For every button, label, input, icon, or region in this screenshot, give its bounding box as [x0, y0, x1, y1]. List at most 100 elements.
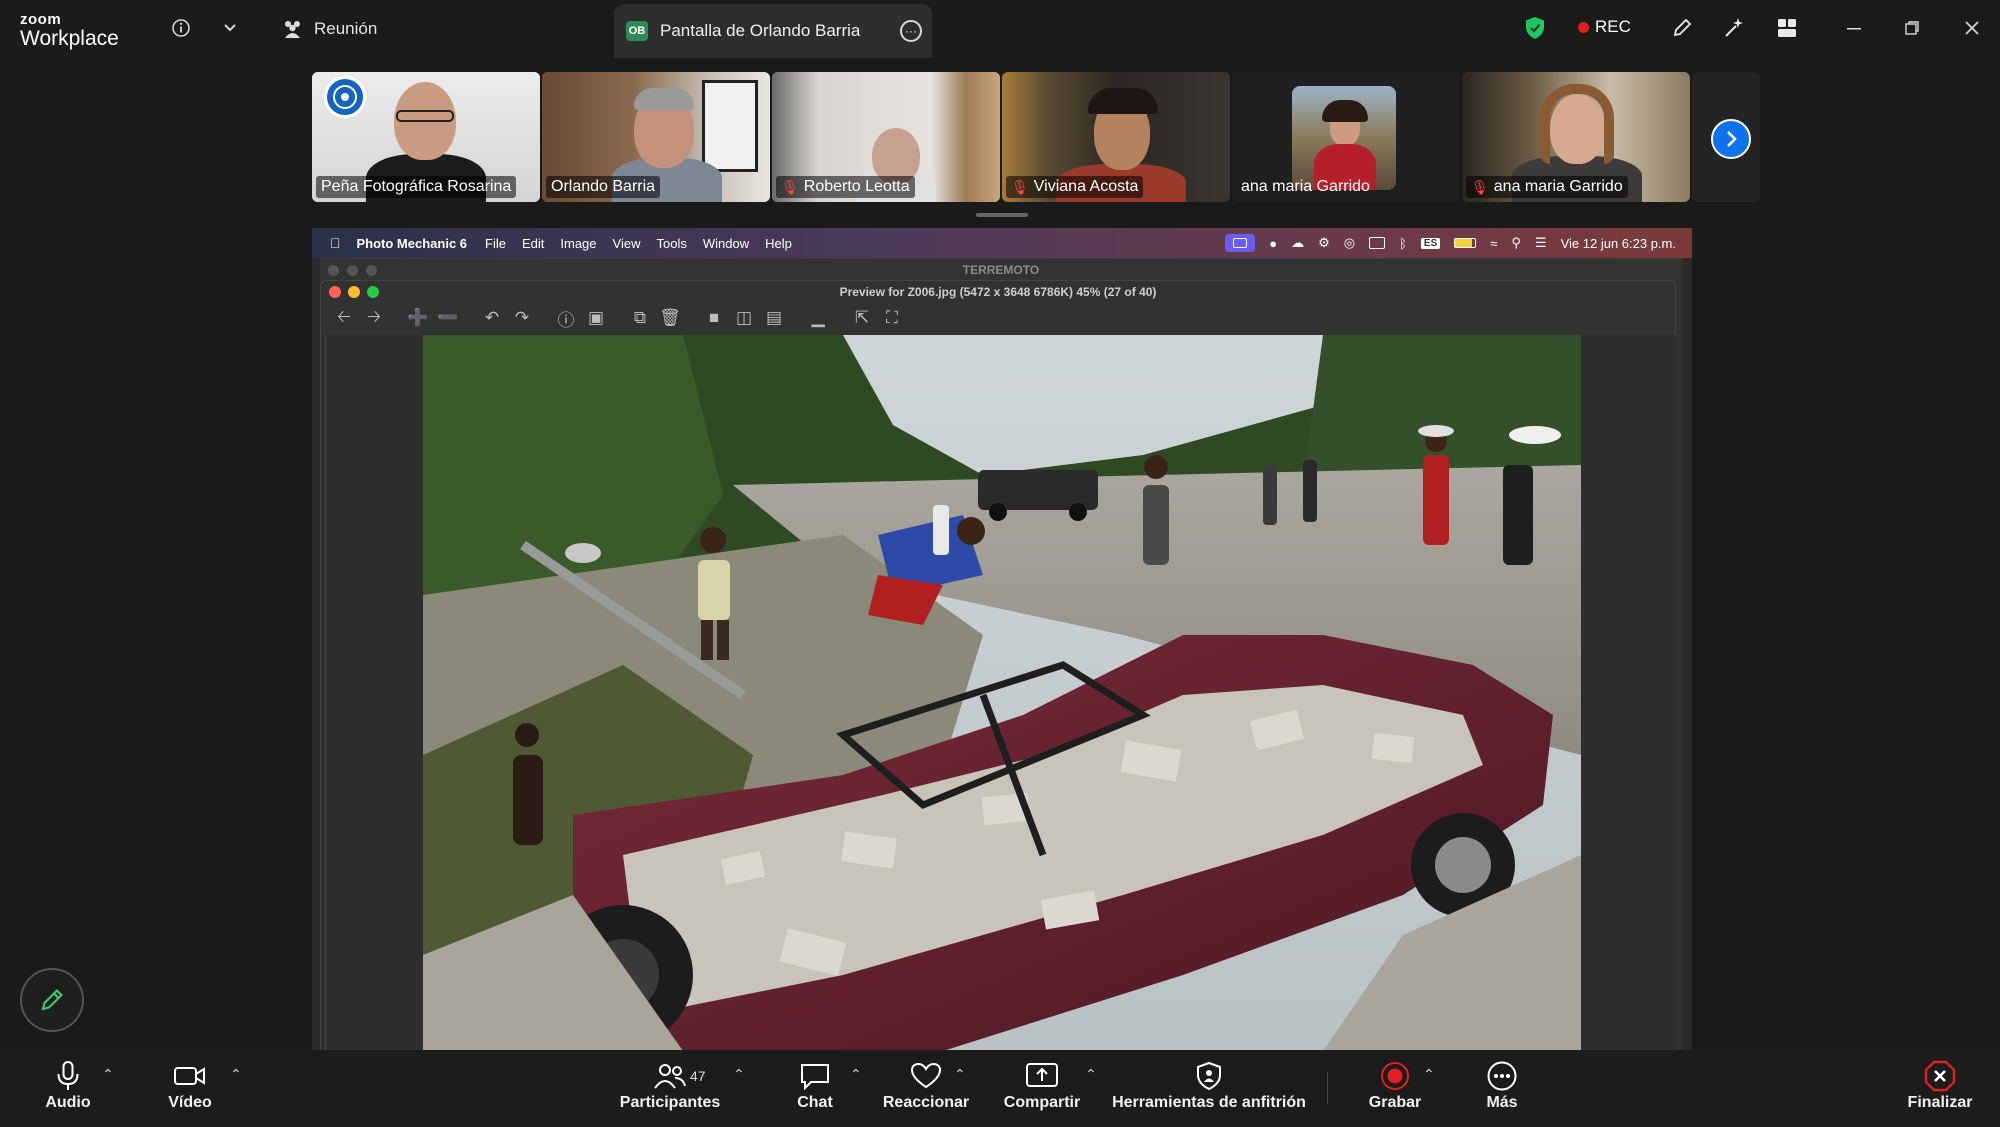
sliders-icon: ⚙: [1318, 235, 1330, 250]
more-button[interactable]: Más: [1474, 1058, 1530, 1122]
audio-options-caret-icon[interactable]: ⌃: [102, 1066, 114, 1083]
participant-name: ana maria Garrido: [1241, 178, 1370, 195]
participant-tile[interactable]: 🎙︎ Roberto Leotta: [772, 72, 1000, 202]
rotate-left-icon: ↶: [484, 308, 500, 327]
more-options-icon[interactable]: ···: [900, 20, 922, 42]
close-dot-icon: [329, 286, 341, 298]
participant-name: 🎙︎ Roberto Leotta: [776, 176, 915, 198]
record-label: Grabar: [1368, 1094, 1422, 1111]
people-icon: [285, 21, 300, 38]
screen-share-tab[interactable]: OB Pantalla de Orlando Barria ···: [614, 4, 932, 58]
audio-button[interactable]: Audio: [40, 1058, 96, 1122]
fit-icon: ⇱: [854, 308, 870, 327]
end-meeting-label: Finalizar: [1907, 1094, 1973, 1111]
mac-menu-help: Help: [754, 235, 792, 251]
annotate-pencil-icon[interactable]: [1668, 14, 1696, 42]
wifi-icon: ≈: [1490, 235, 1498, 251]
minimize-dot-icon: [348, 286, 360, 298]
preview-title: Preview for Z006.jpg (5472 x 3648 6786K)…: [839, 285, 1157, 299]
mac-app-name: Photo Mechanic 6: [346, 235, 468, 251]
apps-grid-icon[interactable]: [1773, 14, 1801, 42]
recording-indicator[interactable]: REC: [1578, 17, 1631, 37]
end-meeting-button[interactable]: Finalizar: [1900, 1058, 1980, 1122]
end-meeting-icon: [1924, 1058, 1956, 1094]
rotate-right-icon: ↷: [514, 308, 530, 327]
mac-status-icons: ● ☁ ⚙ ◎ ᛒ ES ≈ ⚲ ☰ Vie 12 jun 6:23 p.m.: [1225, 228, 1676, 258]
airdrop-icon: ◎: [1343, 235, 1356, 250]
chat-label: Chat: [797, 1094, 833, 1111]
video-button[interactable]: Vídeo: [160, 1058, 220, 1122]
inactive-window-buttons: [328, 265, 377, 276]
cloud-icon: ☁: [1291, 235, 1305, 250]
participants-options-caret-icon[interactable]: ⌃: [733, 1066, 745, 1083]
close-window-icon[interactable]: [1958, 14, 1986, 42]
person-hair: [1540, 84, 1614, 164]
share-options-caret-icon[interactable]: ⌃: [1085, 1066, 1097, 1083]
control-center-icon: ☰: [1534, 235, 1547, 250]
zoom-dot-icon: [367, 286, 379, 298]
more-dots-icon: [1486, 1058, 1518, 1094]
record-options-caret-icon[interactable]: ⌃: [1423, 1066, 1435, 1083]
arrow-right-icon: 🡢: [367, 306, 381, 326]
participant-name: 🎙︎ Viviana Acosta: [1006, 176, 1144, 198]
window-icon: [1369, 237, 1386, 249]
contact-sheet-title: TERREMOTO: [962, 263, 1040, 277]
pencil-icon: [41, 989, 63, 1011]
apple-logo-icon: : [330, 235, 341, 251]
video-options-caret-icon[interactable]: ⌃: [230, 1066, 242, 1083]
logo-line1: zoom: [20, 11, 62, 28]
battery-icon: [1454, 238, 1477, 248]
chevron-down-icon[interactable]: [216, 14, 244, 42]
participant-name: Peña Fotográfica Rosarina: [316, 176, 517, 198]
participant-name: Orlando Barria: [546, 176, 661, 198]
zoom-title-bar: zoom Workplace Reunión OB Pantalla de Or…: [0, 0, 2000, 58]
floating-annotate-button[interactable]: [20, 968, 84, 1032]
share-button[interactable]: Compartir: [1002, 1058, 1082, 1122]
participant-profile-photo: [1292, 86, 1396, 190]
copy-icon: ⧉: [633, 308, 647, 327]
participants-count: 47: [690, 1068, 706, 1084]
chevron-right-icon: [1727, 131, 1737, 147]
spotlight-search-icon: ⚲: [1511, 235, 1521, 250]
earthquake-photo: [423, 335, 1581, 1050]
share-screen-icon: [1025, 1058, 1059, 1094]
next-page-button[interactable]: [1711, 119, 1751, 159]
participant-tile[interactable]: ana maria Garrido: [1232, 72, 1460, 202]
participant-tile[interactable]: 🎙︎ Viviana Acosta: [1002, 72, 1230, 202]
meeting-controls-bar: Audio ⌃ Vídeo ⌃ Participantes 47 ⌃ Chat …: [0, 1050, 2000, 1127]
presenter-initials-badge: OB: [626, 21, 648, 41]
participant-tile[interactable]: 🎙︎ ana maria Garrido: [1462, 72, 1690, 202]
window-traffic-lights: [329, 286, 379, 298]
controls-divider: [1327, 1072, 1328, 1104]
host-shield-icon: [1195, 1058, 1223, 1094]
histogram-icon: ▁: [811, 308, 825, 327]
chat-options-caret-icon[interactable]: ⌃: [850, 1066, 862, 1083]
participant-tile-active-speaker[interactable]: Orlando Barria: [542, 72, 770, 202]
restore-window-icon[interactable]: [1898, 14, 1926, 42]
split-view-icon: ◫: [735, 308, 753, 327]
chat-button[interactable]: Chat: [790, 1058, 840, 1122]
react-options-caret-icon[interactable]: ⌃: [954, 1066, 966, 1083]
participants-icon: [653, 1058, 687, 1094]
zoom-in-icon: ➕: [407, 308, 429, 327]
trash-icon: 🗑︎: [659, 308, 681, 327]
video-label: Vídeo: [168, 1094, 212, 1111]
window-in-background: [702, 80, 758, 172]
minimize-window-icon[interactable]: [1840, 14, 1868, 42]
muted-mic-icon: 🎙︎: [781, 178, 799, 195]
participant-tile[interactable]: Peña Fotográfica Rosarina: [312, 72, 540, 202]
ai-companion-sparkle-icon[interactable]: [1720, 14, 1748, 42]
info-icon[interactable]: [167, 14, 195, 42]
mac-menu-view: View: [602, 235, 641, 251]
security-shield-icon[interactable]: [1521, 14, 1549, 42]
record-button[interactable]: Grabar: [1364, 1058, 1426, 1122]
host-tools-button[interactable]: Herramientas de anfitrión: [1112, 1058, 1306, 1122]
screen-share-tab-label: Pantalla de Orlando Barria: [660, 21, 861, 40]
mac-menu-window: Window: [692, 235, 749, 251]
strip-resize-handle[interactable]: [976, 213, 1028, 217]
meeting-tab[interactable]: Reunión: [282, 14, 377, 44]
more-label: Más: [1486, 1094, 1518, 1111]
participant-video-strip: Peña Fotográfica Rosarina Orlando Barria…: [312, 72, 1760, 202]
host-tools-label: Herramientas de anfitrión: [1112, 1094, 1306, 1111]
share-label: Compartir: [1003, 1094, 1081, 1111]
